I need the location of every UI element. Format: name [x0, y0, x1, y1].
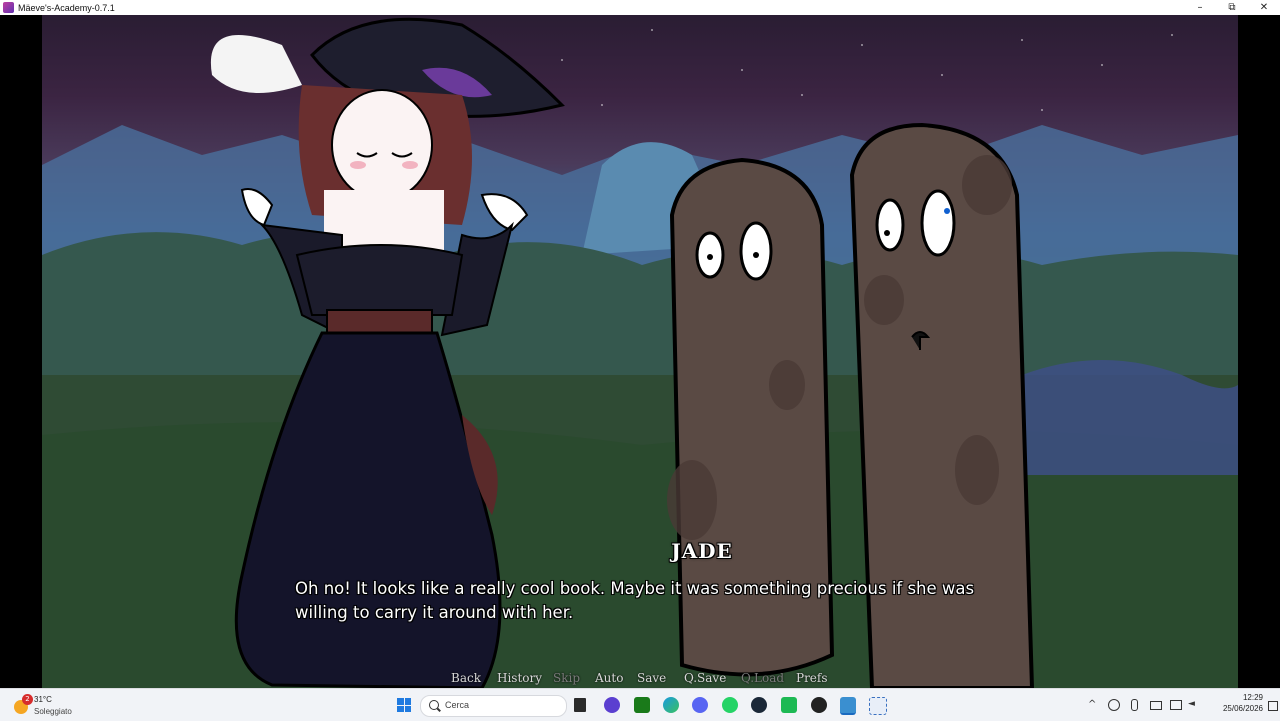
clock-time: 12:29 — [1242, 693, 1263, 702]
windows-start-icon[interactable] — [397, 698, 411, 712]
dialogue-text: Oh no! It looks like a really cool book.… — [295, 579, 975, 622]
onedrive-icon[interactable] — [1108, 699, 1120, 711]
discord-icon[interactable] — [692, 697, 708, 713]
stars — [461, 29, 1173, 111]
obs-icon[interactable] — [811, 697, 827, 713]
volume-icon[interactable]: ◄ — [1188, 699, 1195, 709]
battery-icon[interactable] — [1150, 701, 1162, 710]
speaker-name: JADE — [671, 539, 733, 563]
game-viewport[interactable]: JADE Oh no! It looks like a really cool … — [0, 15, 1280, 688]
edge-icon[interactable] — [663, 697, 679, 713]
quick-menu-qload[interactable]: Q.Load — [741, 671, 784, 685]
microphone-icon[interactable] — [1131, 699, 1138, 711]
search-icon — [429, 700, 439, 710]
quick-menu-skip[interactable]: Skip — [553, 671, 580, 685]
game-app-icon[interactable] — [840, 697, 856, 715]
quick-menu-back[interactable]: Back — [451, 671, 481, 685]
game-scene[interactable]: JADE Oh no! It looks like a really cool … — [42, 15, 1238, 688]
spotify-icon[interactable] — [781, 697, 797, 713]
file-explorer-icon[interactable] — [574, 698, 586, 712]
weather-temperature: 31°C — [34, 695, 52, 704]
taskbar-search[interactable]: Cerca — [420, 695, 567, 717]
weather-widget[interactable]: 2 31°C Soleggiato — [12, 693, 92, 719]
app-icon — [3, 2, 14, 13]
snipping-tool-icon[interactable] — [869, 697, 887, 715]
proton-vpn-icon[interactable] — [604, 697, 620, 713]
quick-menu-save[interactable]: Save — [637, 671, 666, 685]
maximize-button[interactable]: ⧉ — [1216, 0, 1248, 15]
steam-icon[interactable] — [751, 697, 767, 713]
whatsapp-icon[interactable] — [722, 697, 738, 713]
quick-menu-prefs[interactable]: Prefs — [796, 671, 828, 685]
minimize-button[interactable]: – — [1184, 0, 1216, 15]
weather-condition: Soleggiato — [34, 707, 72, 716]
clock[interactable]: 12:29 25/06/2026 — [1203, 692, 1263, 714]
taskbar: 2 31°C Soleggiato Cerca ^ ◄ 12:29 25/06/… — [0, 688, 1280, 721]
close-button[interactable]: ✕ — [1248, 0, 1280, 15]
quick-menu-auto[interactable]: Auto — [595, 671, 623, 685]
window-title: Mäeve's-Academy-0.7.1 — [18, 2, 115, 13]
quick-menu-history[interactable]: History — [497, 671, 542, 685]
notifications-icon[interactable] — [1268, 701, 1278, 711]
network-icon[interactable] — [1170, 700, 1182, 710]
window-title-bar: Mäeve's-Academy-0.7.1 – ⧉ ✕ — [0, 0, 1280, 15]
search-placeholder: Cerca — [445, 700, 470, 710]
tray-chevron-icon[interactable]: ^ — [1088, 699, 1096, 710]
xbox-icon[interactable] — [634, 697, 650, 713]
quick-menu: Back History Skip Auto Save Q.Save Q.Loa… — [42, 671, 1238, 688]
quick-menu-qsave[interactable]: Q.Save — [684, 671, 726, 685]
notification-badge: 2 — [22, 694, 33, 705]
clock-date: 25/06/2026 — [1222, 704, 1263, 713]
